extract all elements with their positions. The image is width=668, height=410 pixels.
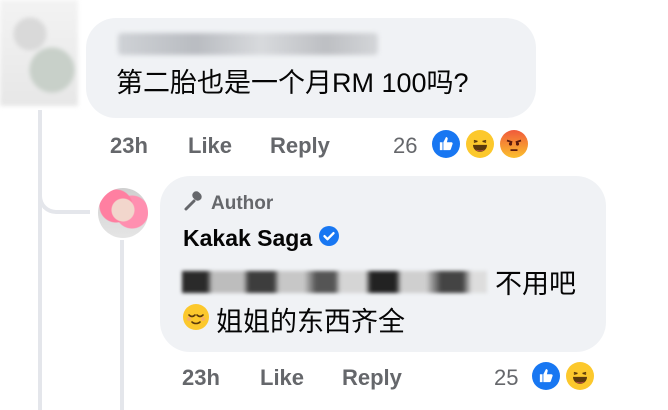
reply-text-line1: 不用吧 — [182, 262, 576, 301]
author-name-row: Kakak Saga — [183, 225, 340, 252]
like-button[interactable]: Like — [188, 133, 232, 159]
reply-button[interactable]: Reply — [270, 133, 330, 159]
author-badge: Author — [183, 190, 273, 217]
like-icon[interactable] — [430, 128, 462, 160]
like-button[interactable]: Like — [260, 365, 304, 391]
relieved-face-emoji-icon — [182, 303, 210, 336]
blurred-text — [182, 270, 487, 293]
reply-text: 姐姐的东西齐全 — [216, 307, 405, 337]
author-name[interactable]: Kakak Saga — [183, 225, 312, 252]
commenter-avatar[interactable] — [0, 0, 78, 106]
reaction-count[interactable]: 25 — [494, 365, 518, 391]
comment-timestamp[interactable]: 23h — [110, 133, 148, 159]
blurred-commenter-name[interactable] — [118, 33, 378, 55]
reply-text: 不用吧 — [495, 269, 576, 299]
angry-icon[interactable] — [498, 128, 530, 160]
thread-line-elbow — [38, 150, 90, 214]
author-label: Author — [211, 192, 274, 214]
reply-timestamp[interactable]: 23h — [182, 365, 220, 391]
haha-icon[interactable] — [564, 360, 596, 392]
haha-icon[interactable] — [464, 128, 496, 160]
verified-badge-icon — [318, 225, 340, 252]
reply-button[interactable]: Reply — [342, 365, 402, 391]
microphone-icon — [183, 190, 205, 217]
thread-line — [120, 240, 124, 410]
like-icon[interactable] — [530, 360, 562, 392]
reply-text-line2: 姐姐的东西齐全 — [182, 300, 405, 339]
reaction-count[interactable]: 26 — [393, 133, 417, 159]
author-avatar[interactable] — [98, 188, 148, 238]
comment-text: 第二胎也是一个月RM 100吗? — [116, 68, 469, 98]
